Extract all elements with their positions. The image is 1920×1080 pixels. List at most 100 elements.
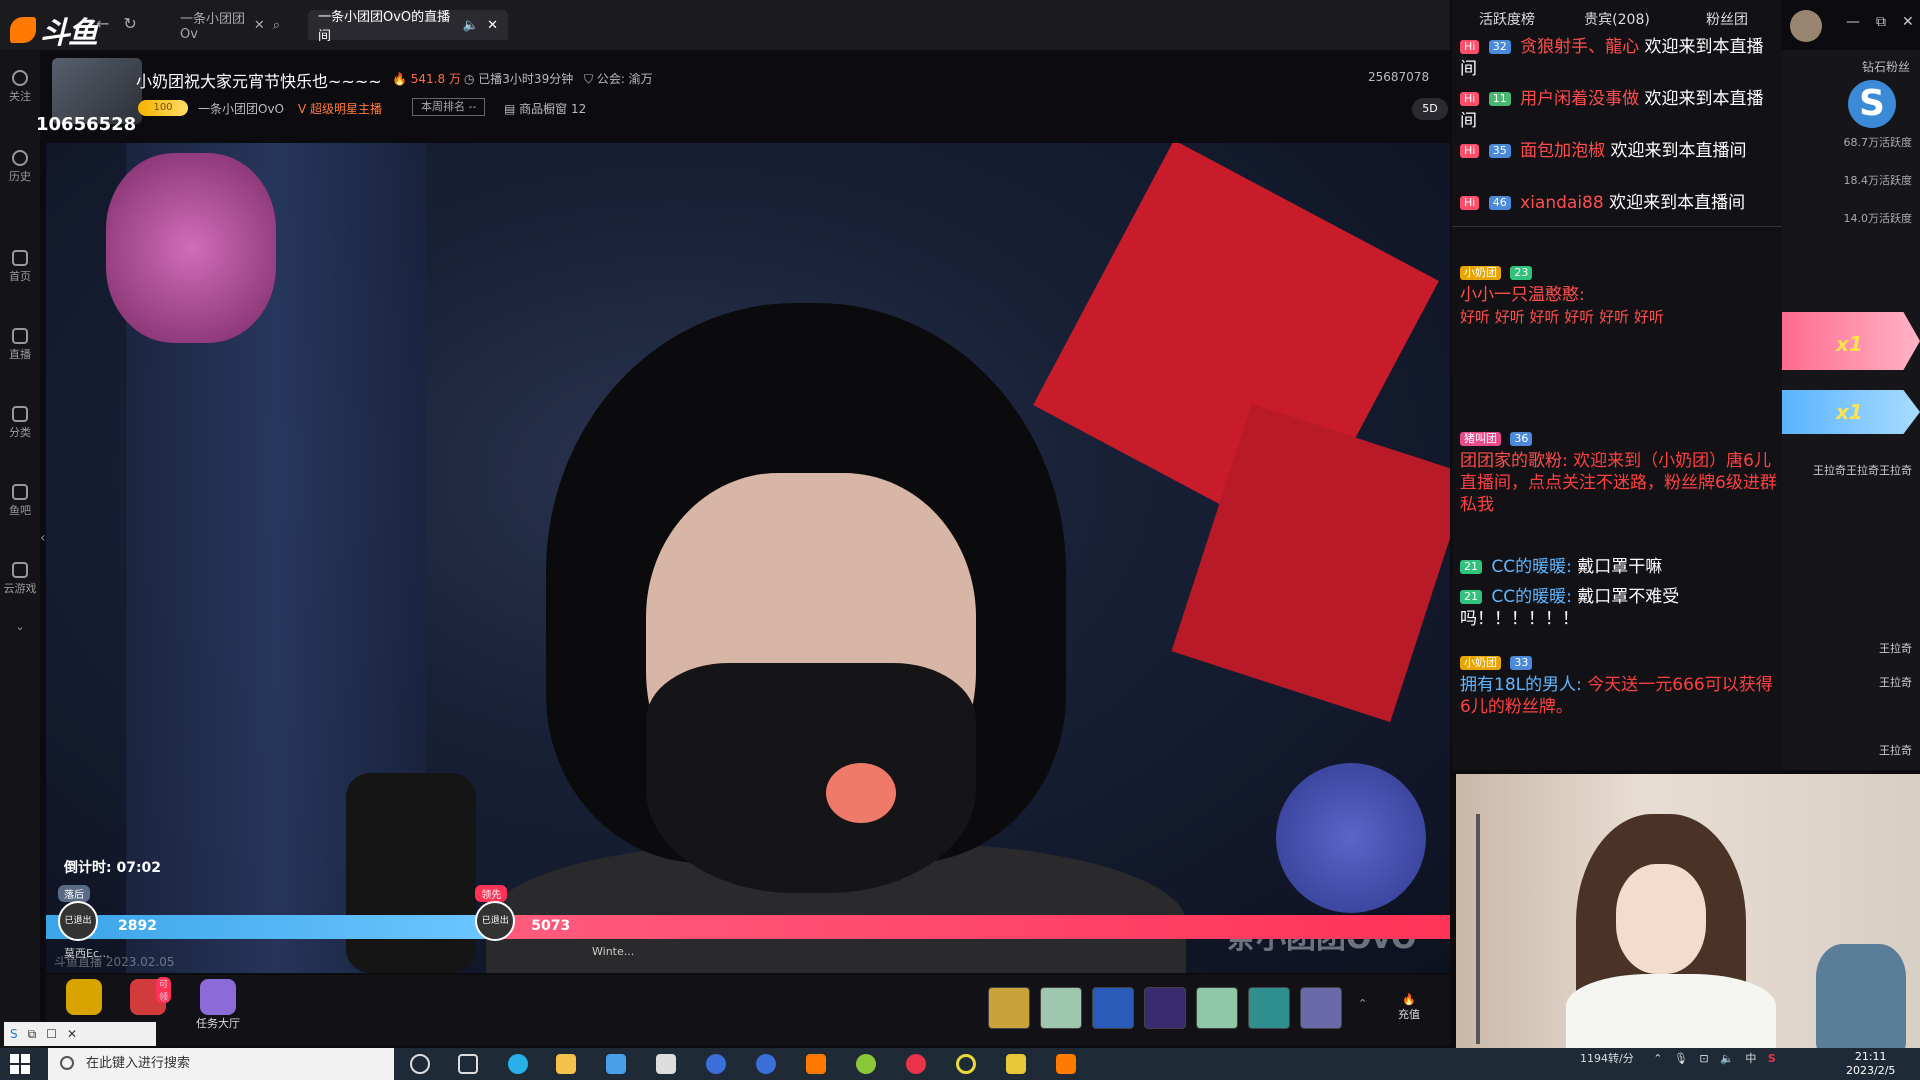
gift-item[interactable]	[988, 987, 1030, 1029]
live-video[interactable]: 一条小团团OvO 斗鱼直播 2023.02.05 倒计时: 07:02 落后 已…	[46, 143, 1450, 973]
bullet-message: 小奶团 33 拥有18L的男人: 今天送一元666可以获得6儿的粉丝牌。	[1460, 652, 1780, 718]
heart-icon	[12, 70, 28, 86]
restore-icon[interactable]: ⧉	[28, 1027, 37, 1042]
volume-icon[interactable]: 🔈	[1720, 1052, 1734, 1065]
weekly-rank-button[interactable]: 本周排名 --	[412, 98, 486, 116]
close-icon[interactable]: ✕	[1902, 14, 1914, 30]
chevron-down-icon[interactable]: ⌄	[0, 620, 40, 633]
back-arrow-icon[interactable]: ←	[96, 14, 109, 33]
level-badge: 23	[1510, 266, 1533, 280]
message-nick[interactable]: CC的暖暖:	[1491, 587, 1571, 607]
message-nick[interactable]: xiandai88	[1520, 193, 1604, 213]
tab-vip[interactable]: 贵宾(208)	[1562, 0, 1672, 36]
gift-box-button[interactable]: 可领	[130, 977, 172, 1015]
minimize-icon[interactable]: —	[1846, 14, 1860, 30]
gift-item[interactable]	[1248, 987, 1290, 1029]
gamepad-icon	[12, 562, 28, 578]
anchor-name[interactable]: 一条小团团OvO	[198, 100, 284, 117]
sidebar-item-history[interactable]: 历史	[0, 150, 40, 184]
tab-fan-club[interactable]: 粉丝团	[1672, 0, 1782, 36]
recharge-button[interactable]: 🔥 充值	[1398, 993, 1420, 1022]
sidebar-item-live[interactable]: 直播	[0, 328, 40, 362]
kugou-icon[interactable]	[706, 1054, 726, 1074]
level-badge: 100	[138, 100, 188, 116]
task-view-icon[interactable]	[458, 1054, 478, 1074]
app-icon[interactable]	[856, 1054, 876, 1074]
gift-item[interactable]	[1040, 987, 1082, 1029]
store-icon[interactable]	[606, 1054, 626, 1074]
mail-icon[interactable]	[656, 1054, 676, 1074]
hi-badge: Hi	[1460, 92, 1480, 106]
pk-left-avatar[interactable]: 已退出	[58, 901, 98, 941]
taskbar-search[interactable]: 在此键入进行搜索	[48, 1048, 394, 1080]
close-icon[interactable]: ✕	[254, 18, 265, 33]
sidebar-label: 首页	[9, 270, 31, 283]
5d-button[interactable]: 5D	[1412, 98, 1448, 120]
chair	[1816, 944, 1906, 1048]
sidebar-item-home[interactable]: 首页	[0, 250, 40, 284]
ime-indicator[interactable]: 中	[1745, 1052, 1756, 1065]
sidebar-item-cloud-game[interactable]: 云游戏	[0, 562, 40, 596]
cortana-icon[interactable]	[410, 1054, 430, 1074]
sidebar-item-follow[interactable]: 关注	[0, 70, 40, 104]
hi-badge: Hi	[1460, 196, 1480, 210]
message-nick[interactable]: 用户闲着没事做	[1520, 89, 1639, 109]
kugou-icon[interactable]	[756, 1054, 776, 1074]
refresh-icon[interactable]: ↻	[123, 14, 136, 33]
viewer-count: 25687078	[1368, 70, 1430, 84]
close-icon[interactable]: ✕	[67, 1027, 77, 1041]
minimized-window[interactable]: S ⧉ ☐ ✕	[4, 1022, 156, 1046]
gift-item[interactable]	[1092, 987, 1134, 1029]
super-anchor-label: 超级明星主播	[310, 102, 383, 116]
windows-start-icon[interactable]	[10, 1054, 30, 1074]
trophy-button[interactable]	[66, 979, 102, 1015]
tab-search[interactable]: 一条小团团Ov ✕ ⌕	[170, 10, 290, 42]
user-avatar[interactable]	[1790, 10, 1822, 42]
microphone-icon[interactable]: 🎙	[1674, 1052, 1688, 1065]
chevron-up-icon[interactable]: ⌃	[1653, 1052, 1662, 1065]
douyu-icon[interactable]	[1056, 1054, 1076, 1074]
rank-column: 钻石粉丝 S 68.7万活跃度 18.4万活跃度 14.0万活跃度 x1 x1 …	[1782, 50, 1920, 770]
maximize-icon[interactable]: ☐	[46, 1027, 57, 1041]
fan-badge: 小奶团	[1460, 266, 1501, 280]
message-text: 好听 好听 好听 好听 好听 好听	[1460, 308, 1664, 326]
chevron-up-icon[interactable]: ⌃	[1358, 997, 1367, 1010]
tab-activity-rank[interactable]: 活跃度榜	[1452, 0, 1562, 36]
message-nick[interactable]: 拥有18L的男人:	[1460, 675, 1582, 695]
fish-logo-icon	[10, 17, 36, 43]
shop-window[interactable]: ▤ 商品橱窗 12	[504, 100, 586, 117]
folder-icon[interactable]	[556, 1054, 576, 1074]
room-title: 小奶团祝大家元宵节快乐也~~~~	[136, 72, 382, 91]
netease-music-icon[interactable]	[906, 1054, 926, 1074]
speaker-icon[interactable]: 🔈	[463, 18, 479, 33]
sidebar-item-category[interactable]: 分类	[0, 406, 40, 440]
edge-icon[interactable]	[508, 1054, 528, 1074]
search-icon[interactable]: ⌕	[273, 18, 280, 33]
app-icon[interactable]	[1006, 1054, 1026, 1074]
message-nick[interactable]: 面包加泡椒	[1520, 141, 1605, 161]
message-nick[interactable]: 贪狼射手、龍心	[1520, 37, 1639, 57]
sidebar-item-yuba[interactable]: 鱼吧	[0, 484, 40, 518]
network-icon[interactable]: ⊡	[1699, 1052, 1708, 1065]
restore-icon[interactable]: ⧉	[1876, 14, 1886, 30]
message-nick[interactable]: 小小一只温憨憨:	[1460, 285, 1585, 305]
side-text: 王拉奇王拉奇王拉奇	[1813, 464, 1912, 477]
sogou-icon[interactable]: S	[1768, 1052, 1776, 1065]
gift-item[interactable]	[1300, 987, 1342, 1029]
fan-badge: 猪叫团	[1460, 432, 1501, 446]
app-icon[interactable]	[956, 1054, 976, 1074]
close-icon[interactable]: ✕	[487, 18, 498, 33]
microphone	[346, 773, 476, 973]
message-nick[interactable]: CC的暖暖:	[1491, 557, 1571, 577]
super-anchor-badge[interactable]: V 超级明星主播	[298, 100, 382, 117]
taskbar-clock[interactable]: 21:11 2023/2/5	[1846, 1050, 1895, 1078]
clock-icon	[12, 150, 28, 166]
gift-item[interactable]	[1196, 987, 1238, 1029]
message-text: 欢迎来到本直播间	[1610, 141, 1747, 161]
douyu-icon[interactable]	[806, 1054, 826, 1074]
message-nick[interactable]: 团团家的歌粉:	[1460, 451, 1568, 471]
gift-item[interactable]	[1144, 987, 1186, 1029]
tab-live-room[interactable]: 一条小团团OvO的直播间 🔈 ✕	[308, 10, 508, 44]
pk-right-avatar[interactable]: 已退出	[475, 901, 516, 941]
task-hall-button[interactable]: 任务大厅	[196, 979, 240, 1031]
